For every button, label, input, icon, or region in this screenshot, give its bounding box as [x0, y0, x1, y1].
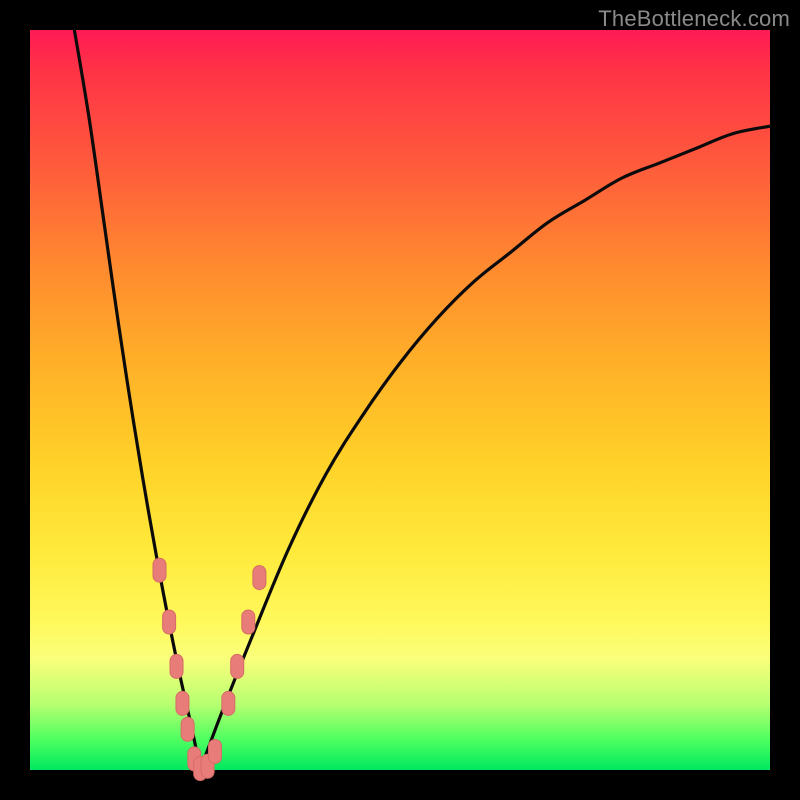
data-marker	[231, 654, 244, 678]
curve-right-branch	[200, 126, 770, 770]
data-marker	[242, 610, 255, 634]
plot-area	[30, 30, 770, 770]
data-marker	[176, 691, 189, 715]
data-marker	[253, 566, 266, 590]
data-marker	[209, 740, 222, 764]
data-marker	[222, 691, 235, 715]
curve-layer	[30, 30, 770, 770]
watermark-text: TheBottleneck.com	[598, 6, 790, 32]
marker-group	[153, 558, 266, 780]
data-marker	[163, 610, 176, 634]
data-marker	[170, 654, 183, 678]
data-marker	[181, 717, 194, 741]
chart-frame: TheBottleneck.com	[0, 0, 800, 800]
data-marker	[153, 558, 166, 582]
